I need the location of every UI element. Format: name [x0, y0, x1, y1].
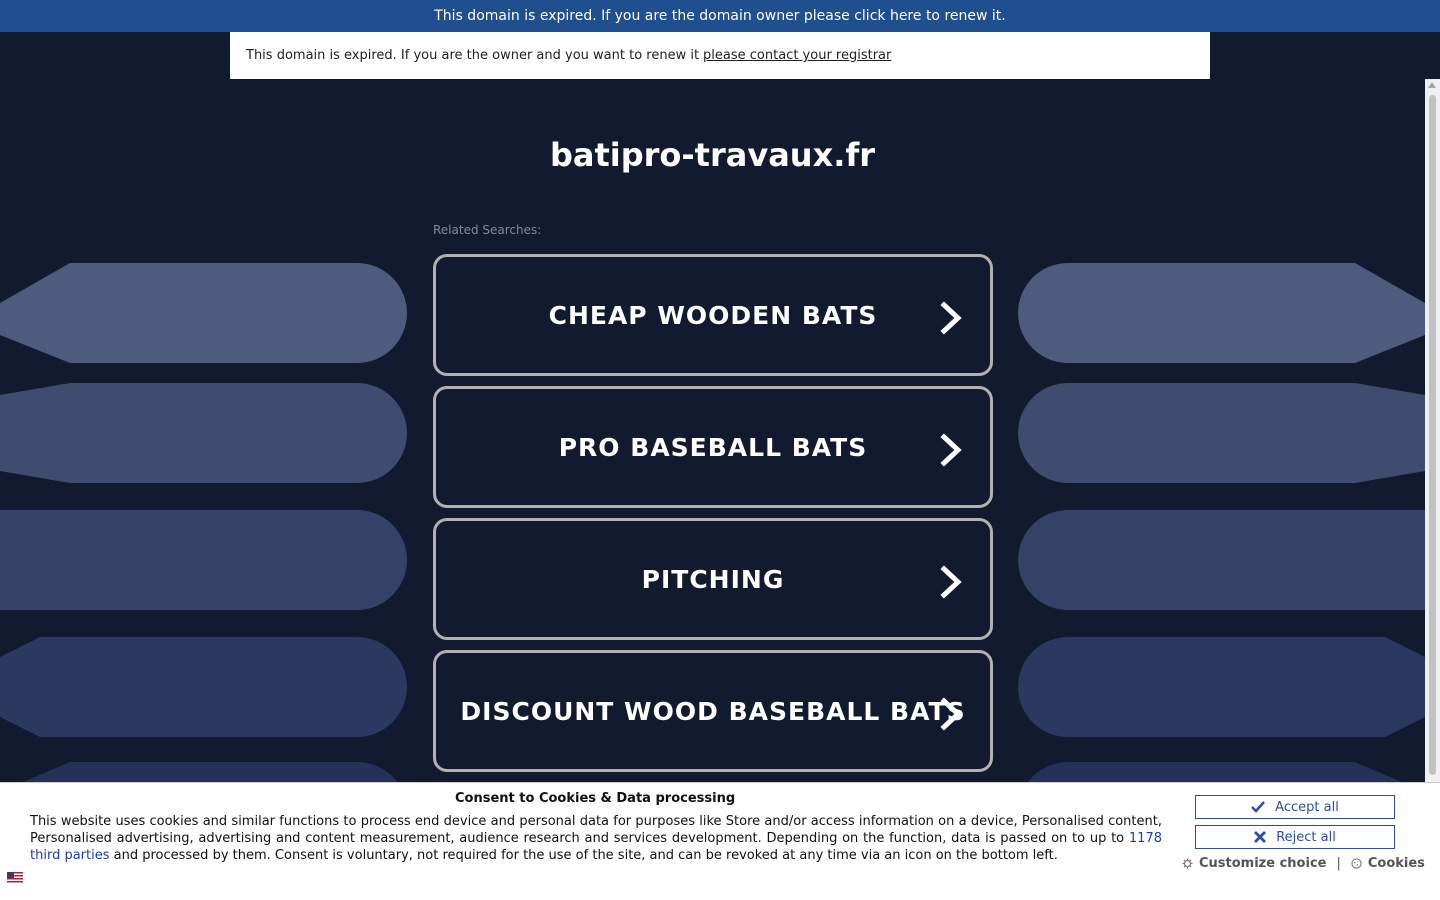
contact-registrar-link[interactable]: please contact your registrar [703, 48, 891, 63]
chevron-right-icon [940, 433, 962, 467]
link-separator: | [1336, 856, 1341, 871]
cookies-label: Cookies [1367, 856, 1425, 871]
consent-text-after: and processed by them. Consent is volunt… [113, 848, 1058, 863]
page-scrollbar[interactable] [1425, 79, 1440, 900]
search-button-pro-baseball-bats[interactable]: PRO BASEBALL BATS [433, 386, 993, 508]
expired-domain-banner[interactable]: This domain is expired. If you are the d… [0, 0, 1440, 32]
notice-text: This domain is expired. If you are the o… [246, 48, 700, 63]
accept-all-button[interactable]: Accept all [1195, 795, 1395, 819]
bg-pill [0, 510, 407, 610]
close-icon [1254, 831, 1267, 843]
bg-pill [1018, 263, 1425, 363]
bg-pill [0, 263, 407, 363]
bg-pill [1018, 383, 1425, 483]
chevron-right-icon [940, 697, 962, 731]
related-searches-label: Related Searches: [433, 223, 542, 237]
chevron-right-icon [940, 301, 962, 335]
us-flag-icon[interactable] [7, 872, 23, 883]
search-button-label: DISCOUNT WOOD BASEBALL BATS [460, 696, 966, 726]
bg-pill [1018, 510, 1425, 610]
reject-all-button[interactable]: Reject all [1195, 825, 1395, 849]
banner-text: This domain is expired. If you are the d… [434, 8, 1006, 24]
consent-text: This website uses cookies and similar fu… [30, 813, 1162, 864]
search-button-cheap-wooden-bats[interactable]: CHEAP WOODEN BATS [433, 254, 993, 376]
gear-icon [1182, 858, 1193, 869]
scroll-up-arrow[interactable] [1428, 82, 1436, 88]
search-button-discount-wood-baseball-bats[interactable]: DISCOUNT WOOD BASEBALL BATS [433, 650, 993, 772]
domain-title: batipro-travaux.fr [549, 136, 876, 174]
consent-title: Consent to Cookies & Data processing [455, 791, 736, 806]
accept-all-label: Accept all [1275, 799, 1339, 815]
customize-choice-label: Customize choice [1199, 856, 1327, 871]
search-button-label: CHEAP WOODEN BATS [548, 300, 878, 330]
search-button-label: PITCHING [641, 564, 785, 594]
customize-choice-link[interactable]: Customize choice [1182, 856, 1326, 871]
search-button-label: PRO BASEBALL BATS [558, 432, 868, 462]
consent-links: Customize choice | Cookies [1182, 856, 1425, 871]
expired-notice: This domain is expired. If you are the o… [230, 32, 1210, 79]
consent-text-before: This website uses cookies and similar fu… [30, 814, 1162, 846]
check-icon [1251, 801, 1266, 813]
search-button-pitching[interactable]: PITCHING [433, 518, 993, 640]
scroll-thumb[interactable] [1429, 95, 1436, 775]
cookies-link[interactable]: Cookies [1351, 856, 1425, 871]
cookie-icon [1351, 858, 1362, 869]
bg-pill [1018, 637, 1425, 737]
bg-pill [0, 383, 407, 483]
bg-pill [0, 637, 407, 737]
cookie-consent-panel: Consent to Cookies & Data processing Thi… [0, 782, 1440, 900]
chevron-right-icon [940, 565, 962, 599]
reject-all-label: Reject all [1276, 829, 1336, 845]
